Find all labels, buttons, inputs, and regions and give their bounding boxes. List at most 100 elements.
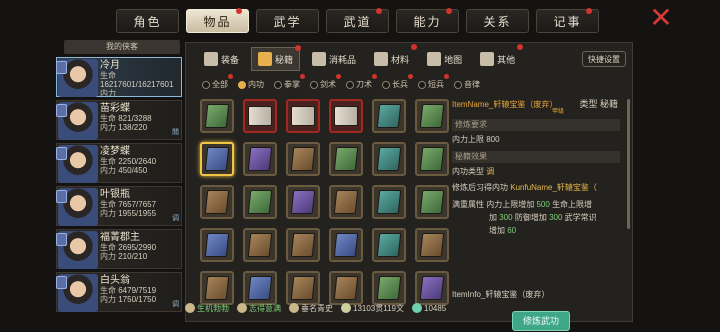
mp-label: 内力 <box>100 295 116 304</box>
item-slot[interactable] <box>329 228 363 262</box>
item-slot[interactable] <box>243 185 277 219</box>
item-slot[interactable] <box>329 99 363 133</box>
filter-label: 内功 <box>248 80 264 89</box>
character-info: 冷月生命 16217601/16217601内力 11173051/111730… <box>100 58 181 96</box>
tab-2[interactable]: 武学 <box>256 9 319 33</box>
close-icon[interactable]: ✕ <box>648 4 674 32</box>
subtab-1[interactable]: 秘籍 <box>251 45 302 71</box>
filter-4[interactable]: 刀术 <box>346 74 377 90</box>
character-card[interactable]: 福菁郡主 生命 2695/2990 内力 210/210 <box>56 229 182 269</box>
tab-3[interactable]: 武道 <box>326 8 389 33</box>
status-tag: 调 <box>172 215 179 222</box>
game-screen: 角色 物品 武学 武道 能力 关系 记事 ✕ 我的侠客 冷月 生命 16217601/1621… <box>0 0 720 332</box>
filter-label: 刀术 <box>356 80 372 89</box>
notification-dot <box>444 74 449 79</box>
tab-6[interactable]: 记事 <box>536 8 599 33</box>
character-card[interactable]: 凌梦蝶 生命 2250/2640 内力 450/450 <box>56 143 182 183</box>
subtab-0[interactable]: 装备 <box>198 47 245 71</box>
book-icon <box>247 233 273 257</box>
status-tag: 閒 <box>172 129 179 136</box>
stat-value: 60 <box>507 226 517 235</box>
tab-1[interactable]: 物品 <box>186 8 249 33</box>
filter-0[interactable]: 全部 <box>202 74 233 90</box>
full-label: 满重属性 <box>452 200 484 209</box>
book-icon <box>290 190 316 214</box>
stat-text: 生命上限增 <box>552 200 593 209</box>
stat-text: 加 <box>489 213 497 222</box>
hp-value: 6479/7519 <box>118 286 157 295</box>
status-item: 志得意满 <box>237 303 281 314</box>
detail-scrollbar[interactable] <box>627 99 630 229</box>
item-slot[interactable] <box>243 99 277 133</box>
item-slot[interactable] <box>329 142 363 176</box>
hp-label: 生命 <box>100 114 116 123</box>
subtab-3[interactable]: 材料 <box>368 44 418 71</box>
notification-dot <box>295 45 302 51</box>
filter-5[interactable]: 长兵 <box>382 74 413 90</box>
item-slot[interactable] <box>286 228 320 262</box>
subtab-5[interactable]: 其他 <box>474 44 524 71</box>
category-icon <box>204 52 218 66</box>
avatar <box>56 188 98 226</box>
notification-dot <box>236 8 242 14</box>
hp-value: 16217601/16217601 <box>100 80 174 89</box>
subtab-4[interactable]: 地图 <box>421 47 468 71</box>
item-slot[interactable] <box>286 142 320 176</box>
status-item: 垂名青史 <box>289 303 333 314</box>
item-slot[interactable] <box>415 99 449 133</box>
book-icon <box>248 106 272 126</box>
item-slot[interactable] <box>243 142 277 176</box>
radio-icon <box>382 80 390 89</box>
notification-dot <box>228 74 233 79</box>
item-slot[interactable] <box>415 185 449 219</box>
tab-5[interactable]: 关系 <box>466 9 529 33</box>
item-slot[interactable] <box>286 185 320 219</box>
filter-3[interactable]: 剑术 <box>310 74 341 90</box>
character-name: 福菁郡主 <box>100 232 140 243</box>
item-slot[interactable] <box>372 228 406 262</box>
item-slot[interactable] <box>372 142 406 176</box>
tab-0[interactable]: 角色 <box>116 9 179 33</box>
filter-6[interactable]: 短兵 <box>418 74 449 90</box>
item-slot[interactable] <box>372 185 406 219</box>
full-stats-line-2: 加 300 防御增加 300 武学常识 <box>489 212 661 223</box>
item-slot[interactable] <box>372 99 406 133</box>
rank-badge-icon <box>56 61 67 74</box>
hp-value: 2250/2640 <box>118 157 157 166</box>
status-tag: 调 <box>172 301 179 308</box>
character-card[interactable]: 苗彩蝶 生命 821/3288 内力 138/220 閒 <box>56 100 182 140</box>
character-card[interactable]: 白头翁 生命 6479/7519 内力 1750/1750 调 <box>56 272 182 312</box>
mp-value: 450/450 <box>118 166 148 175</box>
item-slot[interactable] <box>415 142 449 176</box>
category-icon <box>427 52 442 66</box>
filter-1[interactable]: 内功 <box>238 79 264 90</box>
character-name: 冷月 <box>100 60 120 71</box>
sidebar-title: 我的侠客 <box>64 40 180 54</box>
item-name: ItemName_轩辕宝鉴（废弃） <box>452 100 558 109</box>
item-slot[interactable] <box>286 99 320 133</box>
tab-4[interactable]: 能力 <box>396 8 459 33</box>
notification-dot <box>376 8 382 14</box>
quick-settings-button[interactable]: 快捷设置 <box>582 51 626 67</box>
mp-label: 内力 <box>100 123 116 132</box>
book-icon <box>291 106 315 126</box>
item-slot[interactable] <box>200 99 234 133</box>
item-slot[interactable] <box>243 228 277 262</box>
item-slot[interactable] <box>200 228 234 262</box>
coin-icon <box>341 303 351 313</box>
status-text: 垂名青史 <box>301 303 333 313</box>
item-slot[interactable] <box>329 185 363 219</box>
filter-2[interactable]: 拳掌 <box>274 74 305 90</box>
item-slot[interactable] <box>415 228 449 262</box>
filter-7[interactable]: 音律 <box>454 79 480 90</box>
subtab-2[interactable]: 消耗品 <box>306 47 362 71</box>
notification-dot <box>336 74 341 79</box>
subtab-label: 装备 <box>221 54 240 65</box>
rank-badge-icon <box>56 276 67 289</box>
stat-text: 内力上限增加 <box>486 200 535 209</box>
item-slot[interactable] <box>200 185 234 219</box>
filter-label: 长兵 <box>392 80 408 89</box>
character-card[interactable]: 冷月生命 16217601/16217601内力 11173051/111730… <box>56 57 182 97</box>
item-slot[interactable] <box>200 142 234 176</box>
character-card[interactable]: 叶银瓶 生命 7657/7657 内力 1955/1955 调 <box>56 186 182 226</box>
